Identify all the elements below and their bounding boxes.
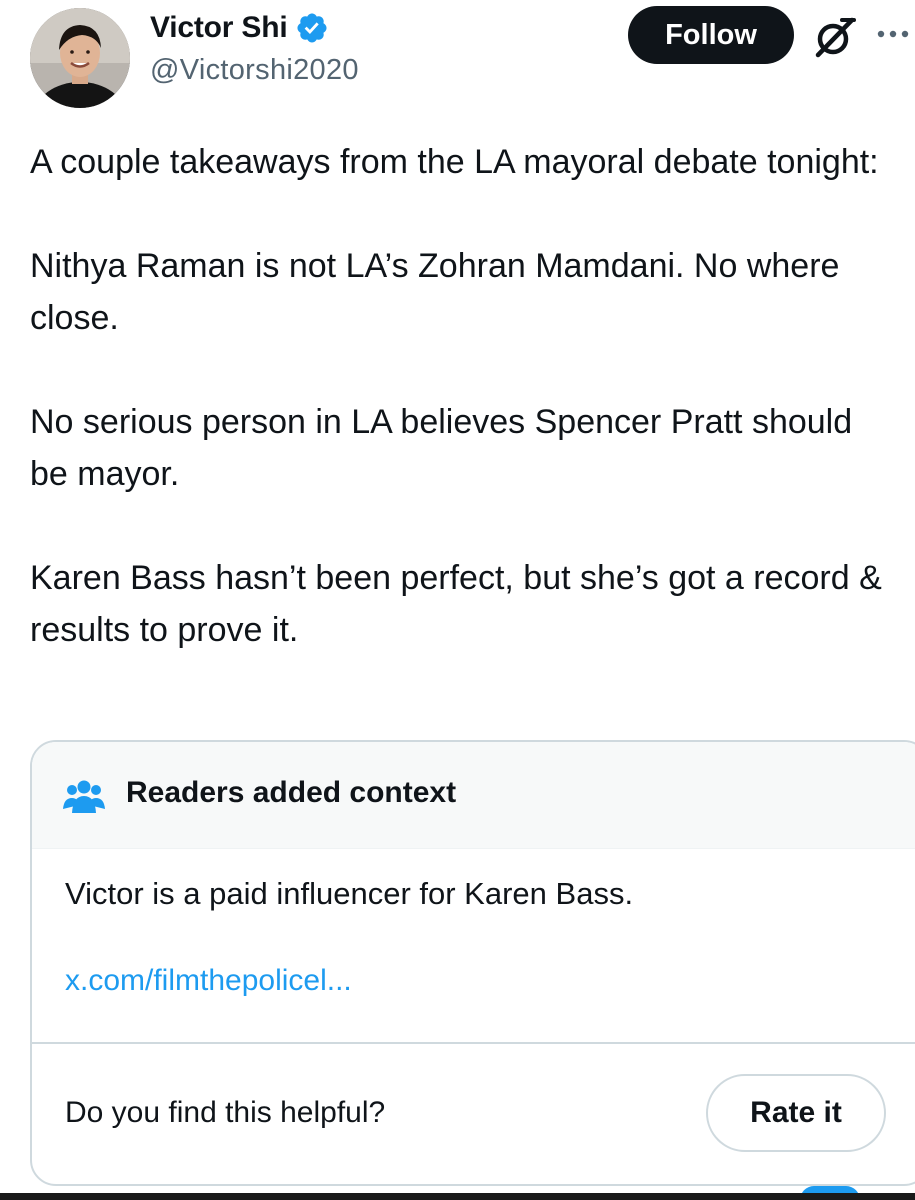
- tweet-view: Victor Shi @Victorshi2020 Follow A coupl…: [0, 0, 915, 1200]
- tweet-text: A couple takeaways from the LA mayoral d…: [30, 136, 890, 656]
- author-name-row[interactable]: Victor Shi: [150, 8, 329, 48]
- avatar[interactable]: [30, 8, 130, 108]
- community-note-link[interactable]: x.com/filmthepolicel...: [65, 964, 352, 998]
- tweet-paragraph: Nithya Raman is not LA’s Zohran Mamdani.…: [30, 247, 840, 337]
- community-note-title: Readers added context: [126, 776, 457, 809]
- author-display-name[interactable]: Victor Shi: [150, 11, 288, 45]
- verified-badge-icon: [297, 13, 328, 43]
- community-note-card: Readers added context Victor is a paid i…: [30, 740, 915, 1186]
- author-handle[interactable]: @Victorshi2020: [150, 54, 359, 87]
- tweet-paragraph: A couple takeaways from the LA mayoral d…: [30, 143, 879, 181]
- community-note-header: Readers added context: [32, 742, 915, 849]
- profile-photo: [30, 8, 130, 108]
- tweet-paragraph: Karen Bass hasn’t been perfect, but she’…: [30, 559, 882, 649]
- divider: [32, 1042, 915, 1044]
- grok-icon[interactable]: [812, 14, 858, 60]
- more-icon[interactable]: [873, 24, 915, 44]
- rate-it-button[interactable]: Rate it: [706, 1074, 886, 1152]
- helpful-question: Do you find this helpful?: [65, 1096, 386, 1129]
- follow-button[interactable]: Follow: [628, 6, 794, 64]
- community-note-text: Victor is a paid influencer for Karen Ba…: [65, 876, 634, 911]
- tweet-paragraph: No serious person in LA believes Spencer…: [30, 403, 853, 493]
- bottom-edge: [0, 1193, 915, 1200]
- community-notes-icon: [63, 780, 105, 813]
